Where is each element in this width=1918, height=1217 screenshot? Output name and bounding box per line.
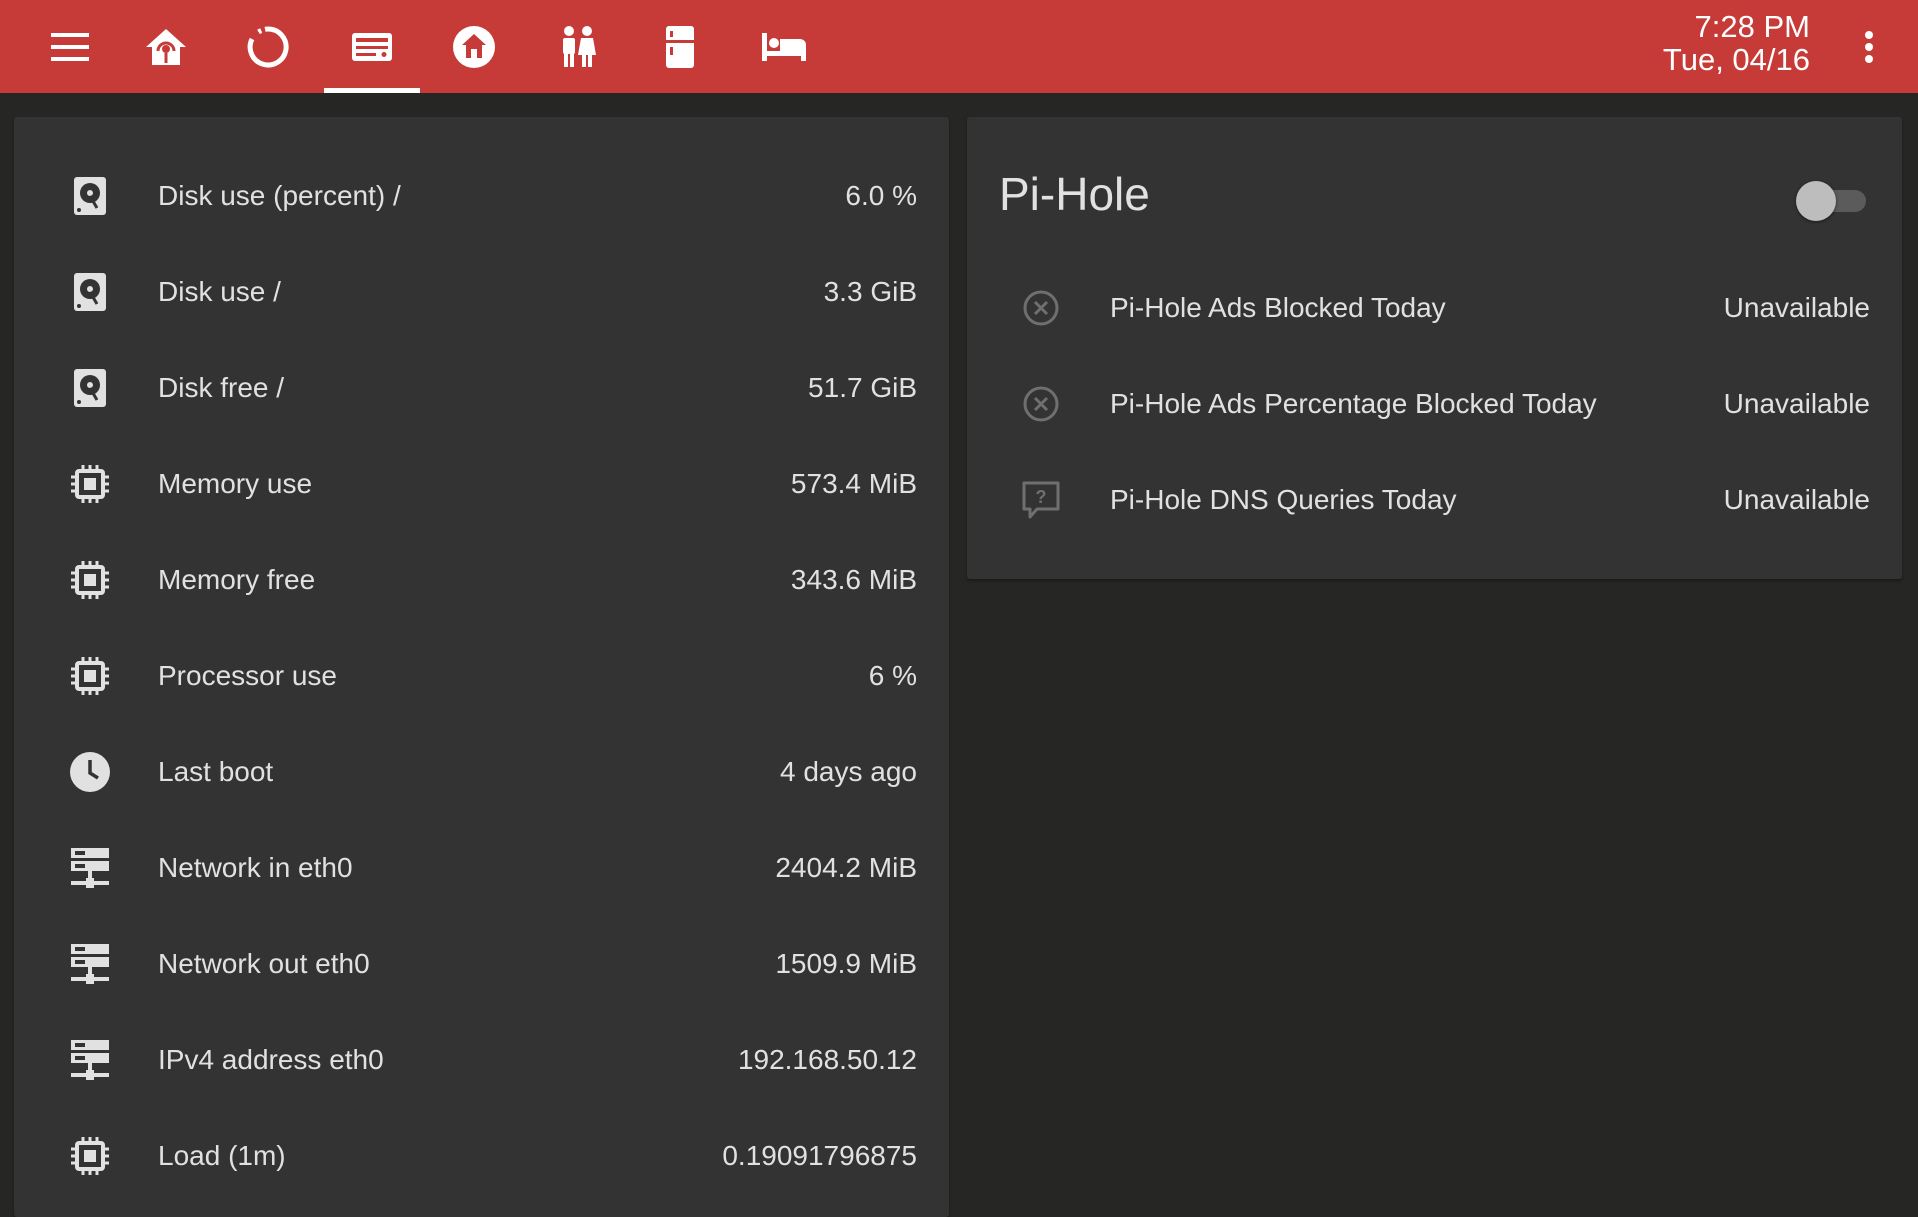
tab-home-automation[interactable] (118, 0, 214, 93)
chip-icon (62, 456, 118, 512)
entity-value: Unavailable (1723, 388, 1870, 419)
harddisk-icon (62, 360, 118, 416)
server-network-icon (62, 1032, 118, 1088)
entity-value: Unavailable (1723, 292, 1870, 323)
entity-row[interactable]: Load (1m) 0.19091796875 (14, 1108, 949, 1204)
tab-refresh[interactable] (220, 0, 316, 93)
entity-row[interactable]: Processor use 6 % (14, 628, 949, 724)
entity-label: Disk free / (158, 372, 285, 403)
entity-row[interactable]: Memory free 343.6 MiB (14, 532, 949, 628)
refresh-circle-icon (247, 25, 289, 67)
entity-row[interactable]: Pi-Hole Ads Blocked Today Unavailable (967, 260, 1902, 356)
home-icon (453, 25, 495, 68)
toggle-thumb (1796, 181, 1836, 221)
overflow-menu-button[interactable] (1844, 22, 1894, 72)
entity-row[interactable]: Disk use (percent) / 6.0 % (14, 148, 949, 244)
menu-button[interactable] (40, 22, 100, 72)
card-title: Pi-Hole (999, 168, 1150, 220)
entity-label: Load (1m) (158, 1140, 286, 1171)
tab-fridge[interactable] (632, 0, 728, 93)
entity-label: Pi-Hole Ads Blocked Today (1110, 292, 1446, 323)
entity-value: 2404.2 MiB (775, 852, 917, 883)
entity-row[interactable]: ? Pi-Hole DNS Queries Today Unavailable (967, 452, 1902, 548)
entity-row[interactable]: Disk use / 3.3 GiB (14, 244, 949, 340)
tab-home[interactable] (426, 0, 522, 93)
entity-label: Network out eth0 (158, 948, 370, 979)
entity-row[interactable]: Pi-Hole Ads Percentage Blocked Today Una… (967, 356, 1902, 452)
clock-icon (62, 744, 118, 800)
pihole-toggle[interactable] (1796, 177, 1870, 221)
fridge-icon (666, 25, 694, 68)
harddisk-icon (62, 168, 118, 224)
entity-row[interactable]: IPv4 address eth0 192.168.50.12 (14, 1012, 949, 1108)
entity-label: Pi-Hole Ads Percentage Blocked Today (1110, 388, 1597, 419)
entity-label: Network in eth0 (158, 852, 353, 883)
close-circle-outline-icon (1013, 376, 1069, 432)
entity-value: 0.19091796875 (722, 1140, 917, 1171)
entity-label: Disk use / (158, 276, 281, 307)
entity-label: Pi-Hole DNS Queries Today (1110, 484, 1457, 515)
entity-label: Memory free (158, 564, 316, 595)
entity-value: 6.0 % (845, 180, 917, 211)
entity-value: 51.7 GiB (808, 372, 917, 403)
entity-value: 573.4 MiB (790, 468, 917, 499)
time-text: 7:28 PM (1694, 9, 1810, 44)
tab-server[interactable] (324, 0, 420, 93)
entity-label: Processor use (158, 660, 337, 691)
entity-label: Last boot (158, 756, 274, 787)
entity-value: 1509.9 MiB (775, 948, 917, 979)
entity-label: Memory use (158, 468, 313, 499)
entity-value: 4 days ago (780, 756, 917, 787)
dots-vertical-icon (1865, 31, 1873, 63)
home-automation-icon (146, 28, 186, 65)
harddisk-icon (62, 264, 118, 320)
entity-value: Unavailable (1723, 484, 1870, 515)
server-network-icon (62, 840, 118, 896)
server-icon (352, 32, 392, 61)
chip-icon (62, 552, 118, 608)
svg-text:?: ? (1036, 487, 1047, 507)
server-network-icon (62, 936, 118, 992)
app-toolbar: 7:28 PM Tue, 04/16 (0, 0, 1918, 93)
chip-icon (62, 1128, 118, 1184)
pihole-card: Pi-Hole Pi-Hole Ads Blocked Today Unavai… (967, 117, 1902, 579)
date-text: Tue, 04/16 (1662, 42, 1810, 77)
people-icon (563, 25, 596, 67)
entity-value: 6 % (868, 660, 917, 691)
comment-question-outline-icon: ? (1013, 472, 1069, 528)
menu-icon (51, 33, 89, 61)
entity-row[interactable]: Network out eth0 1509.9 MiB (14, 916, 949, 1012)
entity-row[interactable]: Memory use 573.4 MiB (14, 436, 949, 532)
bed-icon (762, 32, 806, 61)
entity-label: Disk use (percent) / (158, 180, 401, 211)
tab-bedroom[interactable] (736, 0, 832, 93)
entity-row[interactable]: Disk free / 51.7 GiB (14, 340, 949, 436)
entity-value: 192.168.50.12 (737, 1044, 917, 1075)
entity-value: 343.6 MiB (790, 564, 917, 595)
entity-label: IPv4 address eth0 (158, 1044, 384, 1075)
tab-people[interactable] (530, 0, 626, 93)
entity-row[interactable]: Last boot 4 days ago (14, 724, 949, 820)
system-monitor-card: Disk use (percent) / 6.0 % Disk use / 3.… (14, 117, 949, 1217)
clock-display: 7:28 PM Tue, 04/16 (1663, 10, 1810, 76)
entity-value: 3.3 GiB (823, 276, 917, 307)
close-circle-outline-icon (1013, 280, 1069, 336)
entity-row[interactable]: Network in eth0 2404.2 MiB (14, 820, 949, 916)
chip-icon (62, 648, 118, 704)
